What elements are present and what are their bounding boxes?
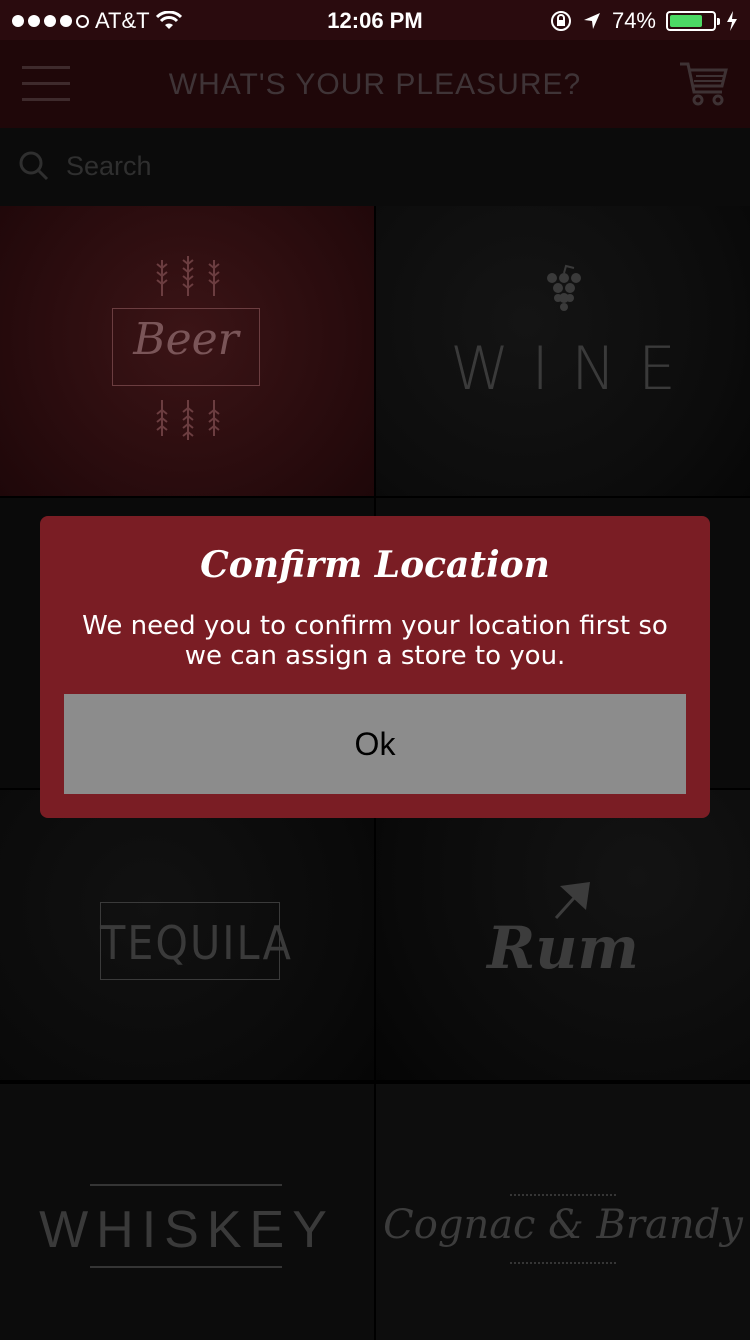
wheat-top-icon — [156, 256, 220, 296]
charging-bolt-icon — [727, 11, 737, 31]
category-tile-whiskey[interactable]: WHISKEY — [0, 1084, 374, 1340]
dialog-message: We need you to confirm your location fir… — [82, 611, 668, 671]
search-bar[interactable]: Search — [0, 128, 750, 206]
battery-icon — [666, 11, 720, 31]
dialog-title: Confirm Location — [200, 544, 550, 586]
category-label: WHISKEY — [39, 1201, 335, 1259]
category-tile-beer[interactable]: Beer — [0, 206, 374, 496]
cognac-rule-top — [510, 1194, 616, 1196]
category-tile-rum[interactable]: Rum — [376, 790, 750, 1080]
category-label: Cognac & Brandy — [383, 1202, 743, 1248]
whiskey-rule-bottom — [90, 1266, 282, 1268]
category-tile-tequila[interactable]: TEQUILA — [0, 790, 374, 1080]
grapes-icon — [547, 264, 581, 311]
wheat-bottom-icon — [156, 400, 220, 440]
category-label: TEQUILA — [100, 916, 293, 970]
category-label: WINE — [450, 334, 698, 404]
page-title: WHAT'S YOUR PLEASURE? — [168, 68, 582, 101]
whiskey-rule-top — [90, 1184, 282, 1186]
location-arrow-icon — [583, 13, 600, 29]
battery-percent: 74% — [611, 8, 656, 33]
shopping-cart-icon[interactable] — [678, 58, 730, 110]
category-tile-wine[interactable]: WINE — [376, 206, 750, 496]
category-label: Beer — [133, 314, 239, 365]
confirm-location-dialog: Confirm Location We need you to confirm … — [40, 516, 710, 818]
ok-button[interactable]: Ok — [64, 694, 686, 794]
category-label: Rum — [487, 914, 639, 982]
category-tile-cognac-brandy[interactable]: Cognac & Brandy — [376, 1084, 750, 1340]
status-right: 74% — [550, 8, 738, 34]
battery-fill — [670, 15, 703, 27]
search-icon — [19, 151, 49, 181]
lock-rotation-icon — [550, 11, 571, 31]
nav-bar: WHAT'S YOUR PLEASURE? — [0, 40, 750, 128]
search-input[interactable]: Search — [66, 151, 152, 182]
cognac-rule-bottom — [510, 1262, 616, 1264]
status-bar: AT&T 12:06 PM 74% — [0, 0, 750, 40]
